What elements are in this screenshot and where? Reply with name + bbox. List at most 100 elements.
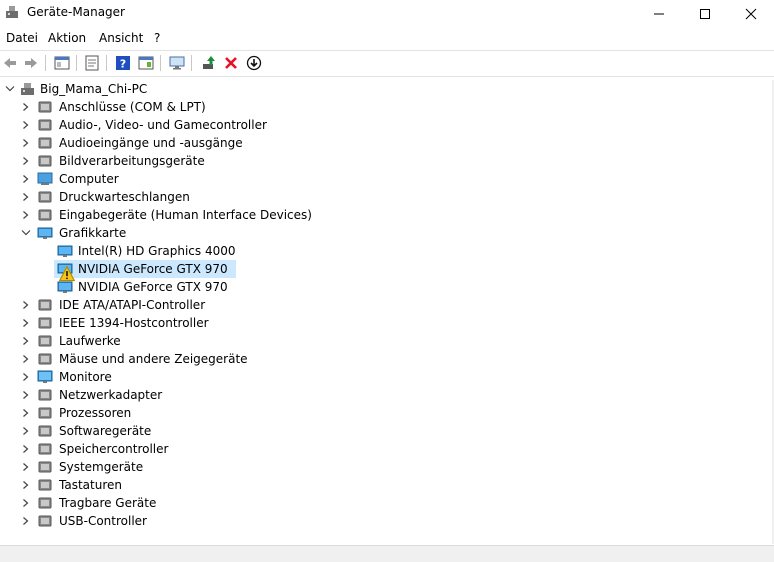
enable-device-button[interactable] <box>244 53 264 73</box>
tree-category[interactable]: Tastaturen <box>0 476 772 494</box>
tree-item-label: Speichercontroller <box>59 442 169 456</box>
expand-chevron-icon[interactable] <box>20 512 32 530</box>
tree-item-label: USB-Controller <box>59 514 147 528</box>
menu-aktion[interactable]: Aktion <box>48 31 86 45</box>
minimize-button[interactable] <box>636 0 682 26</box>
expand-chevron-icon[interactable] <box>20 170 32 188</box>
expand-chevron-icon[interactable] <box>20 152 32 170</box>
disk-drive-icon <box>38 335 52 347</box>
tree-category[interactable]: Anschlüsse (COM & LPT) <box>0 98 772 116</box>
tree-category[interactable]: Eingabegeräte (Human Interface Devices) <box>0 206 772 224</box>
tree-category[interactable]: IEEE 1394-Hostcontroller <box>0 314 772 332</box>
help-icon: ? <box>116 56 130 71</box>
expand-chevron-icon[interactable] <box>20 386 32 404</box>
tree-root-label: Big_Mama_Chi-PC <box>40 82 148 96</box>
uninstall-button[interactable] <box>221 53 241 73</box>
display-adapter-icon <box>57 245 73 257</box>
forward-button[interactable] <box>21 53 41 73</box>
expand-chevron-icon[interactable] <box>20 188 32 206</box>
window-title: Geräte-Manager <box>27 5 125 19</box>
update-driver-icon <box>203 56 215 69</box>
help-button[interactable]: ? <box>113 53 133 73</box>
tree-category[interactable]: Druckwarteschlangen <box>0 188 772 206</box>
expand-chevron-icon[interactable] <box>20 422 32 440</box>
close-button[interactable] <box>728 0 774 26</box>
show-hide-tree-button[interactable] <box>52 53 72 73</box>
tree-category[interactable]: Audio-, Video- und Gamecontroller <box>0 116 772 134</box>
keyboard-icon <box>38 479 52 491</box>
tree-category[interactable]: IDE ATA/ATAPI-Controller <box>0 296 772 314</box>
view-button[interactable] <box>136 53 156 73</box>
download-icon <box>246 55 262 71</box>
tree-category[interactable]: Laufwerke <box>0 332 772 350</box>
tree-item-label: Eingabegeräte (Human Interface Devices) <box>59 208 312 222</box>
system-device-icon <box>38 461 52 473</box>
expand-chevron-icon[interactable] <box>20 476 32 494</box>
tree-device[interactable]: NVIDIA GeForce GTX 970 <box>0 260 772 282</box>
expand-chevron-icon[interactable] <box>20 440 32 458</box>
toolbar: ? <box>0 52 774 74</box>
tree-category[interactable]: USB-Controller <box>0 512 772 530</box>
monitor-scan-icon <box>169 56 185 70</box>
expand-chevron-icon[interactable] <box>20 350 32 368</box>
device-tree: Big_Mama_Chi-PC Anschlüsse (COM & LPT) Au… <box>0 80 772 540</box>
tree-item-label: IEEE 1394-Hostcontroller <box>59 316 209 330</box>
tree-category[interactable]: Audioeingänge und -ausgänge <box>0 134 772 152</box>
toolbar-separator <box>160 55 161 71</box>
tree-item-label: Netzwerkadapter <box>59 388 163 402</box>
properties-button[interactable] <box>82 53 102 73</box>
forward-icon <box>25 58 37 68</box>
expand-chevron-icon[interactable] <box>20 404 32 422</box>
tree-item-label: Computer <box>59 172 119 186</box>
tree-item-label: Bildverarbeitungsgeräte <box>59 154 205 168</box>
expand-chevron-icon[interactable] <box>20 494 32 512</box>
maximize-button[interactable] <box>682 0 728 26</box>
tree-item-label: NVIDIA GeForce GTX 970 <box>78 280 228 294</box>
tree-category[interactable]: Speichercontroller <box>0 440 772 458</box>
collapse-chevron-icon[interactable] <box>20 224 32 242</box>
tree-category[interactable]: Netzwerkadapter <box>0 386 772 404</box>
tree-category[interactable]: Prozessoren <box>0 404 772 422</box>
minimize-icon <box>654 13 664 15</box>
title-bar: Geräte-Manager <box>0 0 774 26</box>
tree-category[interactable]: Monitore <box>0 368 772 386</box>
menu-datei[interactable]: Datei <box>6 31 38 45</box>
expand-chevron-icon[interactable] <box>20 206 32 224</box>
tree-device[interactable]: Intel(R) HD Graphics 4000 <box>0 242 772 260</box>
firewire-icon <box>38 317 52 329</box>
view-icon <box>138 56 154 70</box>
device-manager-icon <box>6 6 18 18</box>
expand-chevron-icon[interactable] <box>20 98 32 116</box>
tree-category[interactable]: Softwaregeräte <box>0 422 772 440</box>
tree-device[interactable]: NVIDIA GeForce GTX 970 <box>0 278 772 296</box>
tree-category[interactable]: Computer <box>0 170 772 188</box>
tree-category[interactable]: Grafikkarte <box>0 224 772 242</box>
update-driver-button[interactable] <box>199 53 219 73</box>
tree-item-label: Grafikkarte <box>59 226 127 240</box>
tree-item-label: Mäuse und andere Zeigegeräte <box>59 352 248 366</box>
expand-chevron-icon[interactable] <box>20 332 32 350</box>
expand-chevron-icon[interactable] <box>20 134 32 152</box>
expand-chevron-icon[interactable] <box>20 368 32 386</box>
tree-item-label: Tragbare Geräte <box>59 496 157 510</box>
tree-root[interactable]: Big_Mama_Chi-PC <box>0 80 772 98</box>
tree-category[interactable]: Mäuse und andere Zeigegeräte <box>0 350 772 368</box>
expand-chevron-icon[interactable] <box>20 314 32 332</box>
back-button[interactable] <box>0 53 20 73</box>
menu-ansicht[interactable]: Ansicht <box>99 31 143 45</box>
expand-chevron-icon[interactable] <box>20 116 32 134</box>
speaker-icon <box>38 119 52 131</box>
collapse-chevron-icon[interactable] <box>4 80 16 98</box>
expand-chevron-icon[interactable] <box>20 458 32 476</box>
menu-bar: Datei Aktion Ansicht ? <box>0 29 774 49</box>
menu-help[interactable]: ? <box>154 31 160 45</box>
expand-chevron-icon[interactable] <box>20 296 32 314</box>
tree-item-label: Systemgeräte <box>59 460 144 474</box>
tree-category[interactable]: Systemgeräte <box>0 458 772 476</box>
tree-category[interactable]: Bildverarbeitungsgeräte <box>0 152 772 170</box>
tree-item-label: Monitore <box>59 370 112 384</box>
mouse-icon <box>38 353 52 365</box>
tree-category[interactable]: Tragbare Geräte <box>0 494 772 512</box>
scan-hardware-button[interactable] <box>167 53 187 73</box>
display-adapter-icon <box>57 281 73 293</box>
